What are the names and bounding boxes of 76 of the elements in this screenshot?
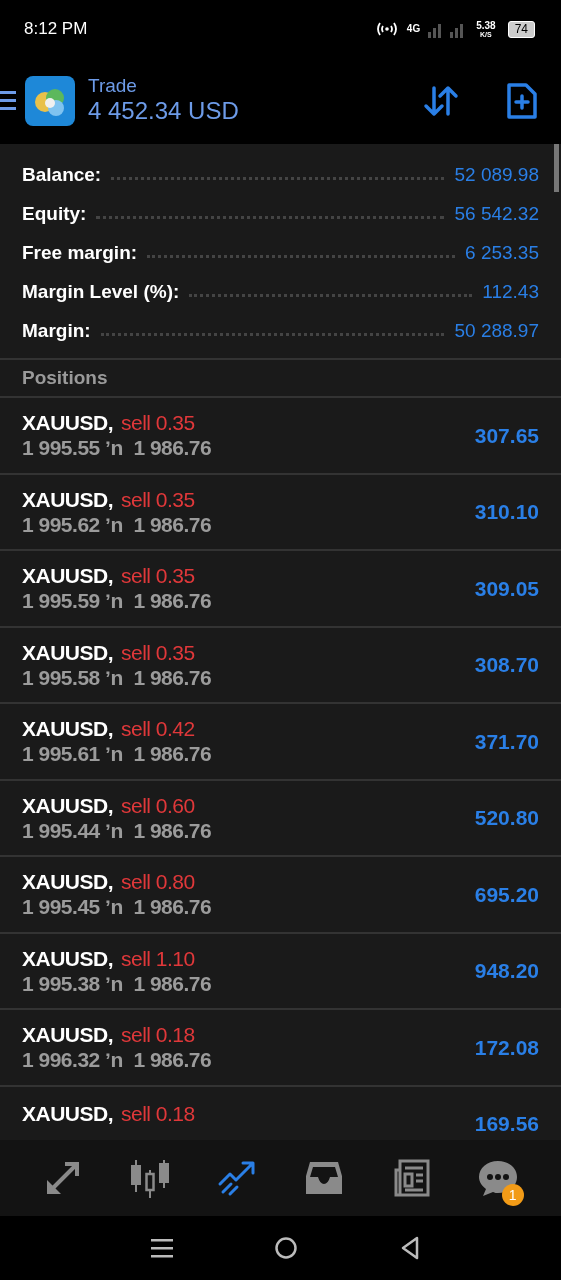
sort-icon[interactable] <box>423 85 459 117</box>
price-text: 1 995.55 ʼn 1 986.76 <box>22 435 212 461</box>
order-text: sell 0.18 <box>121 1101 195 1127</box>
summary-value: 112.43 <box>482 280 539 305</box>
order-text: sell 0.35 <box>121 486 195 512</box>
position-row[interactable]: XAUUSD, sell 0.35 1 995.59 ʼn 1 986.76 309.05 <box>0 551 561 628</box>
summary-value: 50 288.97 <box>454 319 539 344</box>
summary-label: Balance: <box>22 163 102 188</box>
profit-value: 310.10 <box>474 499 539 525</box>
symbol-text: XAUUSD, <box>22 486 113 512</box>
symbol-text: XAUUSD, <box>22 639 113 665</box>
position-row[interactable]: XAUUSD, sell 0.80 1 995.45 ʼn 1 986.76 695.20 <box>0 857 561 934</box>
symbol-text: XAUUSD, <box>22 716 113 742</box>
position-row[interactable]: XAUUSD, sell 0.42 1 995.61 ʼn 1 986.76 371.70 <box>0 704 561 781</box>
profit-value: 948.20 <box>474 958 539 984</box>
summary-label: Free margin: <box>22 241 138 266</box>
section-heading: Positions <box>0 358 561 398</box>
scrollbar-thumb <box>554 144 559 192</box>
price-text: 1 995.62 ʼn 1 986.76 <box>22 511 212 537</box>
order-text: sell 0.42 <box>121 716 195 742</box>
price-text: 1 995.58 ʼn 1 986.76 <box>22 664 212 690</box>
candlestick-icon <box>130 1158 171 1198</box>
back-icon[interactable] <box>400 1236 421 1260</box>
summary-value: 56 542.32 <box>454 202 539 227</box>
summary-label: Margin: <box>22 319 91 344</box>
position-row[interactable]: XAUUSD, sell 1.10 1 995.38 ʼn 1 986.76 948.20 <box>0 933 561 1010</box>
summary-label: Margin Level (%): <box>22 280 180 305</box>
account-balance: 4 452.34 USD <box>88 97 239 126</box>
order-text: sell 0.18 <box>121 1022 195 1048</box>
symbol-text: XAUUSD, <box>22 869 113 895</box>
notification-badge: 1 <box>501 1184 524 1206</box>
menu-icon[interactable] <box>0 89 16 113</box>
summary-label: Equity: <box>22 202 87 227</box>
summary-value: 6 253.35 <box>465 241 539 266</box>
order-text: sell 0.60 <box>121 792 195 818</box>
symbol-text: XAUUSD, <box>22 563 113 589</box>
order-text: sell 0.35 <box>121 563 195 589</box>
order-text: sell 0.35 <box>121 639 195 665</box>
order-text: sell 0.80 <box>121 869 195 895</box>
summary-value: 52 089.98 <box>454 163 539 188</box>
price-text: 1 995.44 ʼn 1 986.76 <box>22 817 212 843</box>
symbol-text: XAUUSD, <box>22 1101 113 1127</box>
symbol-text: XAUUSD, <box>22 1022 113 1048</box>
recent-apps-icon[interactable] <box>150 1238 173 1258</box>
home-icon[interactable] <box>274 1236 299 1260</box>
price-text: 1 996.32 ʼn 1 986.76 <box>22 1047 212 1073</box>
profit-value: 308.70 <box>474 652 539 678</box>
new-document-icon[interactable] <box>507 83 537 119</box>
symbol-text: XAUUSD, <box>22 945 113 971</box>
position-row[interactable]: XAUUSD, sell 0.60 1 995.44 ʼn 1 986.76 520.80 <box>0 780 561 857</box>
position-row[interactable]: XAUUSD, sell 0.35 1 995.55 ʼn 1 986.76 307.65 <box>0 398 561 475</box>
price-text: 1 995.38 ʼn 1 986.76 <box>22 970 212 996</box>
profit-value: 520.80 <box>474 805 539 831</box>
price-text: 1 995.59 ʼn 1 986.76 <box>22 588 212 614</box>
battery-indicator: 74 <box>507 20 535 38</box>
speed-value: 5.38 <box>476 20 496 31</box>
price-text: 1 995.45 ʼn 1 986.76 <box>22 894 212 920</box>
order-text: sell 0.35 <box>121 410 195 436</box>
profit-value: 169.56 <box>474 1111 539 1137</box>
profit-value: 309.05 <box>474 575 539 602</box>
position-row[interactable]: XAUUSD, sell 0.18 1 996.32 ʼn 1 986.76 172.08 <box>0 1010 561 1087</box>
clock-time: 8:12 PM <box>24 18 88 41</box>
profit-value: 371.70 <box>474 728 539 755</box>
profit-value: 695.20 <box>474 881 539 908</box>
symbol-text: XAUUSD, <box>22 792 113 818</box>
symbol-text: XAUUSD, <box>22 410 113 436</box>
hotspot-icon <box>374 21 399 37</box>
profit-value: 307.65 <box>474 422 539 449</box>
price-text: 1 995.61 ʼn 1 986.76 <box>22 741 212 767</box>
profit-value: 172.08 <box>474 1034 539 1061</box>
network-label: 4G <box>406 24 421 34</box>
position-row[interactable]: XAUUSD, sell 0.35 1 995.58 ʼn 1 986.76 308.70 <box>0 627 561 704</box>
screen-title: Trade <box>88 76 138 98</box>
app-logo-icon <box>25 76 75 126</box>
order-text: sell 1.10 <box>121 945 195 971</box>
position-row[interactable]: XAUUSD, sell 0.35 1 995.62 ʼn 1 986.76 310.10 <box>0 474 561 551</box>
